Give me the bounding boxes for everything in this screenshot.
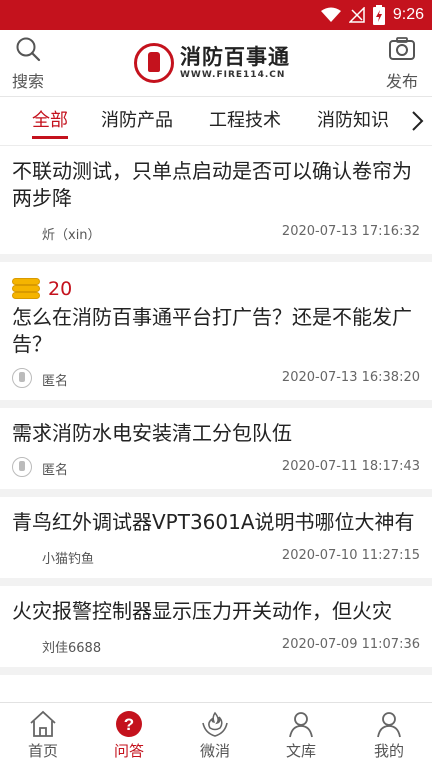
question-title: 青鸟红外调试器VPT3601A说明书哪位大神有 — [12, 510, 415, 534]
app-header: 搜索 消防百事通 WWW.FIRE114.CN 发布 — [0, 30, 432, 97]
fire-hydrant-logo-icon — [134, 43, 174, 83]
question-date: 2020-07-13 17:16:32 — [281, 224, 420, 239]
nav-mine[interactable]: 我的 — [346, 703, 432, 769]
logo-url: WWW.FIRE114.CN — [180, 70, 286, 80]
signal-icon — [348, 7, 365, 23]
question-author: 小猫钓鱼 — [42, 552, 95, 567]
question-item[interactable]: 20 怎么在消防百事通平台打广告？还是不能发广告？ 匿名 2020-07-13 … — [0, 262, 432, 408]
question-date: 2020-07-09 11:07:36 — [281, 637, 420, 652]
nav-mine-label: 我的 — [373, 742, 404, 760]
question-date: 2020-07-11 18:17:43 — [281, 459, 420, 474]
search-label: 搜索 — [11, 72, 44, 91]
logo-title: 消防百事通 — [180, 45, 290, 69]
question-title: 火灾报警控制器显示压力开关动作，但火灾 — [12, 599, 392, 623]
tabs-more-button[interactable] — [405, 109, 429, 133]
question-icon: ? — [116, 711, 142, 737]
nav-home-label: 首页 — [27, 742, 58, 760]
question-author: 匿名 — [42, 463, 69, 478]
nav-weixiao[interactable]: 微消 — [172, 703, 258, 769]
question-author: 匿名 — [42, 374, 69, 389]
question-date: 2020-07-10 11:27:15 — [281, 548, 420, 563]
svg-text:?: ? — [124, 715, 134, 734]
tab-fire-knowledge[interactable]: 消防知识 — [317, 97, 389, 145]
nav-library-label: 文库 — [285, 742, 316, 760]
fire-hands-icon — [202, 711, 228, 737]
question-item[interactable]: 火灾报警控制器显示压力开关动作，但火灾 刘佳6688 2020-07-09 11… — [0, 586, 432, 675]
person-icon — [289, 712, 313, 738]
question-author: 炘（xin） — [42, 228, 101, 243]
nav-qa-label: 问答 — [113, 742, 144, 760]
clock: 9:26 — [392, 6, 424, 23]
question-list: 不联动测试，只单点启动是否可以确认卷帘为两步降 炘（xin） 2020-07-1… — [0, 146, 432, 702]
coins-icon — [12, 278, 40, 300]
question-title: 怎么在消防百事通平台打广告？还是不能发广告？ — [12, 305, 412, 356]
publish-label: 发布 — [385, 72, 418, 91]
anonymous-avatar-icon — [12, 457, 32, 477]
reward-badge: 20 — [12, 274, 420, 304]
nav-qa[interactable]: ? 问答 — [86, 703, 172, 769]
question-item[interactable]: 不联动测试，只单点启动是否可以确认卷帘为两步降 炘（xin） 2020-07-1… — [0, 146, 432, 262]
tab-engineering[interactable]: 工程技术 — [209, 97, 281, 145]
bottom-navigation: 首页 ? 问答 微消 文库 我的 — [0, 702, 432, 769]
publish-button[interactable]: 发布 — [378, 36, 426, 92]
user-icon — [377, 712, 401, 738]
category-tabs: 全部 消防产品 工程技术 消防知识 — [0, 97, 432, 146]
question-author: 刘佳6688 — [42, 641, 102, 656]
tab-fire-products[interactable]: 消防产品 — [101, 97, 173, 145]
chevron-right-icon — [412, 111, 424, 131]
nav-home[interactable]: 首页 — [0, 703, 86, 769]
wifi-icon — [320, 7, 341, 22]
status-bar: 9:26 — [0, 0, 432, 30]
reward-amount: 20 — [48, 278, 73, 300]
nav-library[interactable]: 文库 — [258, 703, 344, 769]
tab-all[interactable]: 全部 — [32, 97, 68, 145]
search-button[interactable]: 搜索 — [4, 36, 52, 92]
home-icon — [30, 710, 56, 737]
question-item[interactable]: 青鸟红外调试器VPT3601A说明书哪位大神有 小猫钓鱼 2020-07-10 … — [0, 497, 432, 586]
question-item[interactable]: 需求消防水电安装清工分包队伍 匿名 2020-07-11 18:17:43 — [0, 408, 432, 497]
question-title: 不联动测试，只单点启动是否可以确认卷帘为两步降 — [12, 159, 412, 210]
nav-weixiao-label: 微消 — [199, 742, 230, 760]
search-icon — [16, 37, 41, 62]
camera-icon — [389, 37, 415, 60]
anonymous-avatar-icon — [12, 368, 32, 388]
app-logo: 消防百事通 WWW.FIRE114.CN — [134, 38, 290, 88]
question-date: 2020-07-13 16:38:20 — [281, 370, 420, 385]
battery-icon — [372, 5, 385, 25]
question-title: 需求消防水电安装清工分包队伍 — [12, 421, 292, 445]
